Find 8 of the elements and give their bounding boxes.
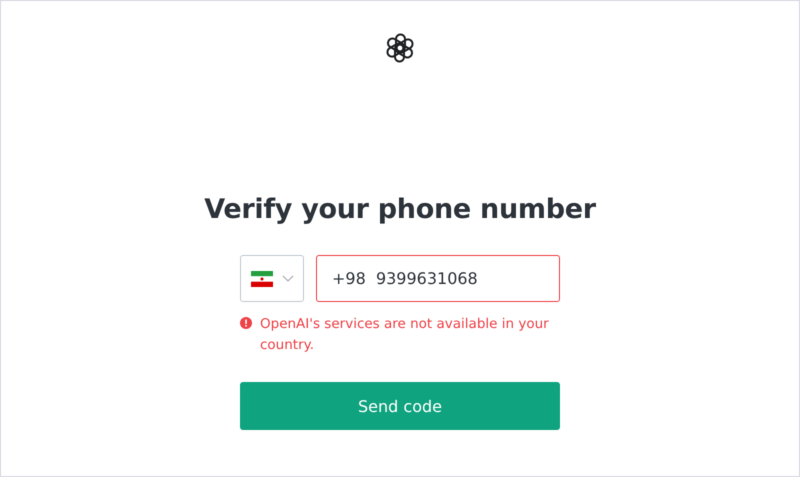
country-picker[interactable]	[240, 255, 304, 302]
error-message: OpenAI's services are not available in your country.	[260, 315, 550, 355]
error-icon	[240, 317, 252, 329]
chevron-icon	[282, 274, 294, 282]
phone-field[interactable]: +98 9399631068	[316, 255, 560, 302]
knot-icon	[384, 32, 416, 64]
flag-icon	[250, 270, 272, 286]
page-heading: Verify your phone number	[203, 194, 597, 225]
